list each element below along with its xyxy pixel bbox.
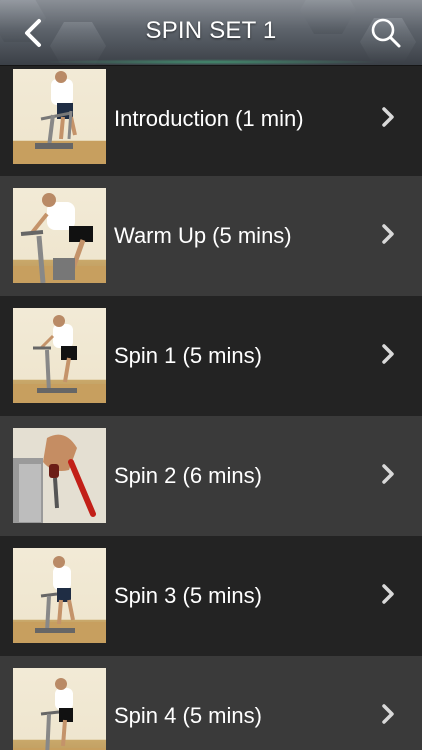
list-item-label: Spin 3 (5 mins) (114, 583, 262, 608)
chevron-right-icon (378, 342, 398, 366)
list-item[interactable]: Spin 1 (5 mins) (0, 296, 422, 416)
search-icon (371, 18, 401, 48)
list-item-label: Warm Up (5 mins) (114, 223, 292, 248)
list-item[interactable]: Spin 4 (5 mins) (0, 656, 422, 750)
chevron-right-icon (378, 702, 398, 726)
search-button[interactable] (368, 14, 404, 52)
chevron-right-icon (378, 222, 398, 246)
list-item[interactable]: Spin 3 (5 mins) (0, 536, 422, 656)
chevron-right-icon (378, 105, 398, 129)
list-item[interactable]: Warm Up (5 mins) (0, 176, 422, 296)
list-item[interactable]: Introduction (1 min) (0, 66, 422, 176)
list-item[interactable]: Spin 2 (6 mins) (0, 416, 422, 536)
list-item-label: Introduction (1 min) (114, 106, 304, 131)
header-glow (40, 59, 382, 65)
thumbnail-image (13, 308, 106, 403)
video-list: Introduction (1 min) Warm Up (5 mins) Sp… (0, 66, 422, 750)
chevron-right-icon (378, 462, 398, 486)
list-item-label: Spin 1 (5 mins) (114, 343, 262, 368)
thumbnail-image (13, 69, 106, 164)
list-item-label: Spin 2 (6 mins) (114, 463, 262, 488)
chevron-right-icon (378, 582, 398, 606)
list-item-label: Spin 4 (5 mins) (114, 703, 262, 728)
thumbnail-image (13, 188, 106, 283)
thumbnail-image (13, 668, 106, 750)
page-title: SPIN SET 1 (145, 17, 277, 44)
nav-bar: SPIN SET 1 (0, 0, 422, 66)
thumbnail-image (13, 548, 106, 643)
thumbnail-image (13, 428, 106, 523)
